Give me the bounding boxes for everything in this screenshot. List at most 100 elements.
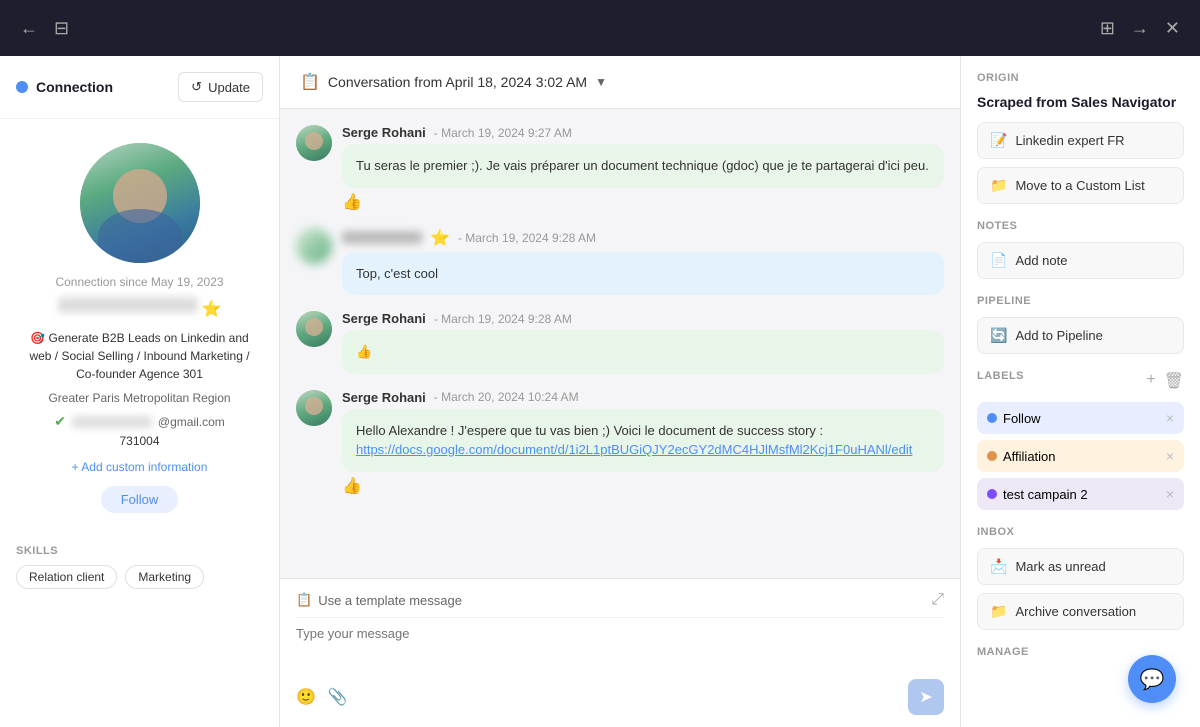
label-affiliation-remove[interactable]: × [1166, 448, 1174, 464]
input-toolbar: 🙂 📎 ➤ [296, 679, 944, 715]
origin-section-title: ORIGIN [977, 72, 1184, 84]
pipeline-divider: PIPELINE [977, 295, 1184, 307]
template-label[interactable]: 📋 Use a template message [296, 592, 462, 608]
pipeline-section-title: PIPELINE [977, 295, 1184, 307]
msg-text-2: Top, c'est cool [356, 266, 438, 281]
add-custom-button[interactable]: + Add custom information [72, 460, 208, 474]
msg-header-3: Serge Rohani - March 19, 2024 9:28 AM [342, 311, 944, 326]
phone-number: 731004 [119, 434, 159, 448]
msg-name-4: Serge Rohani [342, 390, 426, 405]
messages-area[interactable]: Serge Rohani - March 19, 2024 9:27 AM Tu… [280, 109, 960, 578]
panel-toggle-right-icon[interactable]: ⊞ [1100, 18, 1115, 39]
msg-avatar-3 [296, 311, 332, 347]
forward-icon[interactable]: → [1131, 18, 1149, 39]
msg-content-2: ⭐ - March 19, 2024 9:28 AM Top, c'est co… [342, 228, 944, 296]
follow-button[interactable]: Follow [101, 486, 179, 513]
label-test-left: test campain 2 [987, 487, 1088, 502]
avatar [80, 143, 200, 263]
label-test-remove[interactable]: × [1166, 486, 1174, 502]
msg-avatar-2 [296, 228, 332, 264]
message-3: Serge Rohani - March 19, 2024 9:28 AM 👍 [296, 311, 944, 374]
msg-bubble-1: Tu seras le premier ;). Je vais préparer… [342, 144, 944, 188]
skills-tags: Relation client Marketing [16, 565, 263, 589]
avatar-image [80, 143, 200, 263]
msg-name-1: Serge Rohani [342, 125, 426, 140]
chat-fab[interactable]: 💬 [1128, 655, 1176, 703]
email-suffix: @gmail.com [158, 415, 225, 429]
msg-text-4: Hello Alexandre ! J'espere que tu vas bi… [356, 423, 823, 438]
msg-time-4: - March 20, 2024 10:24 AM [434, 390, 579, 404]
send-button[interactable]: ➤ [908, 679, 944, 715]
email-blurred [72, 416, 152, 428]
msg-emoji-1: 👍 [342, 192, 944, 212]
label-test-dot [987, 489, 997, 499]
msg-emoji-4: 👍 [342, 476, 944, 496]
connection-dot [16, 81, 28, 93]
msg-text-3: 👍 [356, 344, 372, 359]
linkedin-label: Linkedin expert FR [1015, 133, 1124, 148]
labels-row: LABELS + 🗑 [977, 370, 1184, 392]
update-icon: ↺ [191, 79, 202, 95]
top-bar-left: ← ⊟ [20, 18, 69, 39]
avatar-section: Connection since May 19, 2023 ⭐ 🎯 Genera… [0, 119, 279, 545]
close-icon[interactable]: ✕ [1165, 18, 1180, 39]
label-test: test campain 2 × [977, 478, 1184, 510]
template-text: Use a template message [318, 593, 462, 608]
conversation-header: 📋 Conversation from April 18, 2024 3:02 … [280, 56, 960, 109]
linkedin-button[interactable]: 📝 Linkedin expert FR [977, 122, 1184, 159]
name-blurred [58, 297, 198, 313]
update-label: Update [208, 80, 250, 95]
archive-label: Archive conversation [1015, 604, 1136, 619]
delete-label-icon[interactable]: 🗑 [1164, 371, 1184, 391]
conversation-dropdown-icon[interactable]: ▼ [595, 75, 607, 89]
attach-icon[interactable]: 📎 [328, 687, 348, 707]
emoji-icon[interactable]: 🙂 [296, 687, 316, 707]
label-follow-remove[interactable]: × [1166, 410, 1174, 426]
linkedin-icon: 📝 [990, 132, 1007, 149]
label-follow: Follow × [977, 402, 1184, 434]
message-input-area: 📋 Use a template message ⤢ 🙂 📎 ➤ [280, 578, 960, 727]
main-content: Connection ↺ Update Connection since May… [0, 56, 1200, 727]
msg-avatar-4 [296, 390, 332, 426]
connection-badge: Connection [16, 79, 113, 95]
add-note-button[interactable]: 📄 Add note [977, 242, 1184, 279]
add-note-label: Add note [1015, 253, 1067, 268]
move-list-icon: 📁 [990, 177, 1007, 194]
conversation-title: Conversation from April 18, 2024 3:02 AM [328, 74, 587, 90]
msg-link-4[interactable]: https://docs.google.com/document/d/1i2L1… [356, 442, 912, 457]
note-icon: 📄 [990, 252, 1007, 269]
label-actions: + 🗑 [1146, 371, 1184, 391]
input-icons: 🙂 📎 [296, 687, 348, 707]
left-panel-header: Connection ↺ Update [0, 56, 279, 119]
conversation-icon: 📋 [300, 72, 320, 92]
email-row: ✔ @gmail.com [54, 413, 225, 430]
add-pipeline-button[interactable]: 🔄 Add to Pipeline [977, 317, 1184, 354]
notes-section-title: NOTES [977, 220, 1184, 232]
msg-text-1: Tu seras le premier ;). Je vais préparer… [356, 158, 929, 173]
right-panel: ORIGIN Scraped from Sales Navigator 📝 Li… [960, 56, 1200, 727]
mark-unread-label: Mark as unread [1015, 559, 1105, 574]
msg-content-3: Serge Rohani - March 19, 2024 9:28 AM 👍 [342, 311, 944, 374]
app-container: ← ⊟ ⊞ → ✕ Connection ↺ Update [0, 0, 1200, 727]
move-custom-list-button[interactable]: 📁 Move to a Custom List [977, 167, 1184, 204]
msg-avatar-img-4 [296, 390, 332, 426]
archive-button[interactable]: 📁 Archive conversation [977, 593, 1184, 630]
label-affiliation-left: Affiliation [987, 449, 1056, 464]
label-affiliation-dot [987, 451, 997, 461]
message-input[interactable] [296, 626, 944, 666]
skill-tag-relation: Relation client [16, 565, 117, 589]
msg-avatar-img-3 [296, 311, 332, 347]
message-1: Serge Rohani - March 19, 2024 9:27 AM Tu… [296, 125, 944, 212]
add-label-icon[interactable]: + [1146, 371, 1155, 391]
expand-icon[interactable]: ⤢ [931, 591, 944, 609]
message-4: Serge Rohani - March 20, 2024 10:24 AM H… [296, 390, 944, 496]
inbox-divider: INBOX [977, 526, 1184, 538]
mark-unread-button[interactable]: 📩 Mark as unread [977, 548, 1184, 585]
labels-divider: LABELS + 🗑 [977, 370, 1184, 392]
update-button[interactable]: ↺ Update [178, 72, 263, 102]
label-affiliation: Affiliation × [977, 440, 1184, 472]
mark-unread-icon: 📩 [990, 558, 1007, 575]
msg-bubble-3: 👍 [342, 330, 944, 374]
panel-toggle-left-icon[interactable]: ⊟ [54, 18, 69, 39]
back-icon[interactable]: ← [20, 18, 38, 39]
